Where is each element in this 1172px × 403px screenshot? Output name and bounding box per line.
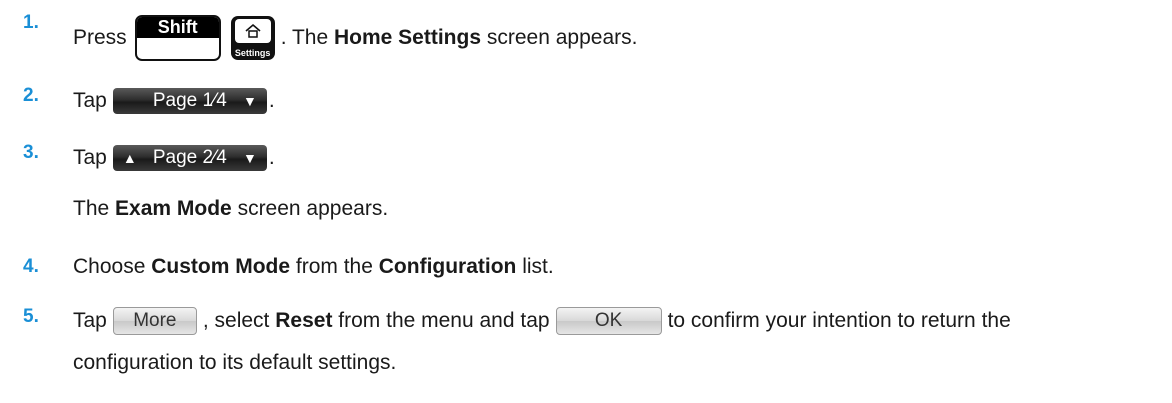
step-text: Press Shift Settings . The Home Settings… (73, 14, 637, 62)
step-text: Tap Page 1⁄4 ▼ . (73, 88, 275, 114)
step-text: Choose Custom Mode from the Configuratio… (73, 255, 554, 278)
step-text: Tap More , select Reset from the menu an… (73, 305, 1011, 337)
step-number: 5. (23, 306, 39, 327)
step-number: 1. (23, 12, 39, 33)
home-settings-key[interactable]: Settings (230, 16, 275, 60)
arrow-down-icon: ▼ (243, 150, 257, 166)
step-text: Tap ▲ Page 2⁄4 ▼ . (73, 145, 275, 171)
more-button[interactable]: More (112, 307, 197, 335)
ok-button[interactable]: OK (555, 307, 662, 335)
step-text-continued: configuration to its default settings. (73, 351, 397, 374)
arrow-down-icon: ▼ (243, 93, 257, 109)
step-followup: The Exam Mode screen appears. (73, 197, 389, 220)
home-settings-icon (234, 19, 271, 43)
page-2-button[interactable]: ▲ Page 2⁄4 ▼ (112, 145, 267, 171)
step-number: 3. (23, 142, 39, 163)
step-number: 2. (23, 85, 39, 106)
shift-key[interactable]: Shift (134, 15, 221, 61)
step-number: 4. (23, 256, 39, 277)
page-1-button[interactable]: Page 1⁄4 ▼ (112, 88, 267, 114)
